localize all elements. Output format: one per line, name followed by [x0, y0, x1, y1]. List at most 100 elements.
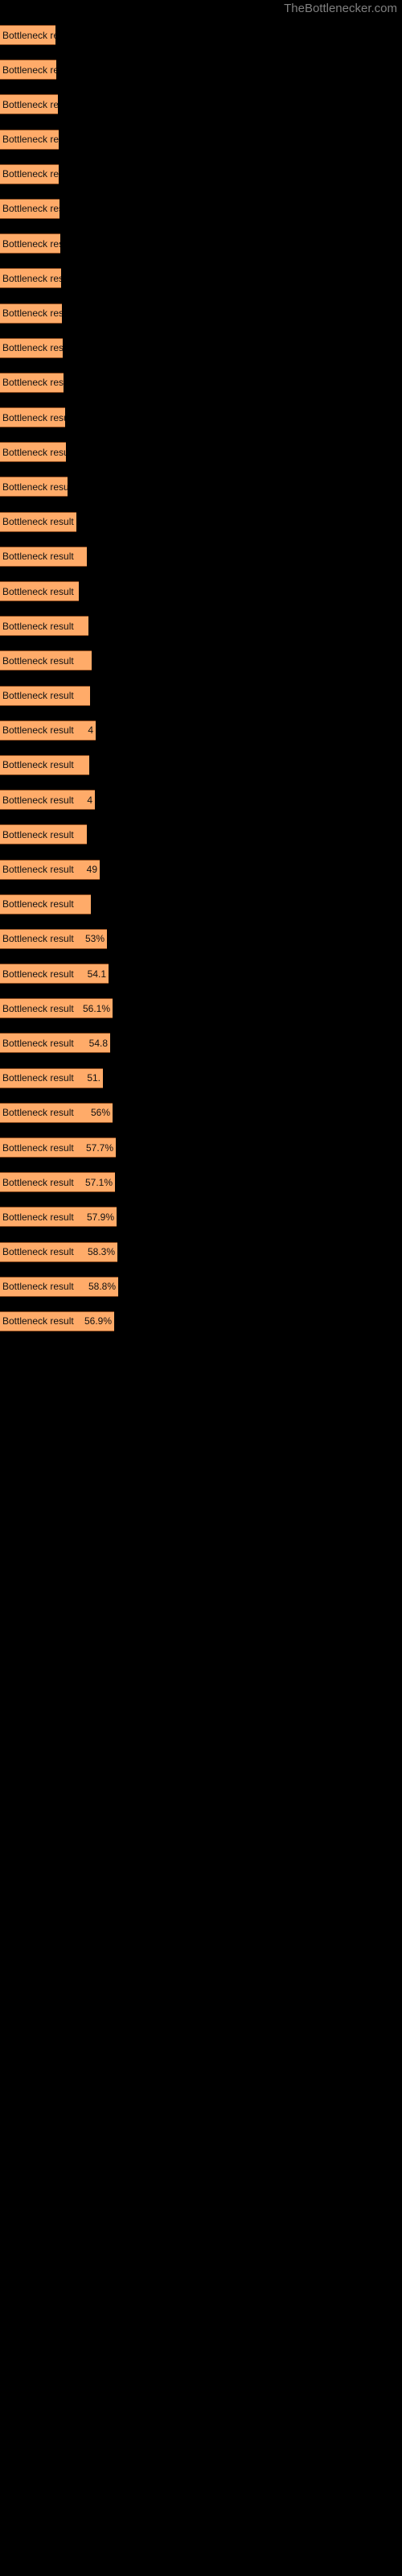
bar[interactable]: Bottleneck result 56.9% [0, 1311, 114, 1331]
bar-label: Bottleneck result [2, 203, 59, 215]
chart-row: Bottleneck result [0, 817, 402, 852]
bar-label: Bottleneck result [2, 272, 61, 284]
bar-label: Bottleneck result [2, 759, 74, 771]
bar-label: Bottleneck result [2, 1107, 74, 1119]
bar[interactable]: Bottleneck result [0, 94, 58, 115]
bar-label: Bottleneck result [2, 1281, 74, 1293]
chart-row: Bottleneck result [0, 469, 402, 504]
chart-row: Bottleneck result [0, 122, 402, 157]
bar[interactable]: Bottleneck result [0, 616, 88, 637]
chart-row: Bottleneck result 56.1% [0, 991, 402, 1026]
bar-label: Bottleneck result [2, 516, 74, 528]
chart-row: Bottleneck result 4 [0, 782, 402, 817]
bar-label: Bottleneck result [2, 585, 74, 597]
chart-row: Bottleneck result [0, 574, 402, 609]
bar[interactable]: Bottleneck result [0, 233, 60, 254]
chart-row: Bottleneck result [0, 192, 402, 226]
bar[interactable]: Bottleneck result [0, 372, 64, 393]
chart-row: Bottleneck result [0, 435, 402, 469]
bar[interactable]: Bottleneck result 49 [0, 859, 100, 880]
bar[interactable]: Bottleneck result [0, 511, 76, 532]
bar[interactable]: Bottleneck result 58.8% [0, 1276, 118, 1297]
chart-row: Bottleneck result [0, 18, 402, 52]
bar-value-label: 56% [90, 1107, 110, 1119]
chart-row: Bottleneck result [0, 505, 402, 539]
bar[interactable]: Bottleneck result [0, 337, 63, 358]
bar-value-label: 56.9% [84, 1315, 112, 1327]
bar-label: Bottleneck result [2, 1176, 74, 1188]
bar[interactable]: Bottleneck result 56.1% [0, 998, 113, 1019]
bar-label: Bottleneck result [2, 446, 66, 458]
chart-row: Bottleneck result [0, 52, 402, 87]
bar[interactable]: Bottleneck result [0, 25, 55, 45]
chart-row: Bottleneck result [0, 331, 402, 365]
bar-value-label: 57.7% [85, 1141, 113, 1154]
bar-label: Bottleneck result [2, 64, 56, 76]
bar-label: Bottleneck result [2, 1211, 74, 1223]
bar[interactable]: Bottleneck result [0, 60, 56, 80]
chart-row: Bottleneck result 56.9% [0, 1304, 402, 1339]
bar[interactable]: Bottleneck result 51. [0, 1067, 103, 1088]
bar-label: Bottleneck result [2, 237, 60, 250]
chart-row: Bottleneck result 57.7% [0, 1130, 402, 1165]
chart-row: Bottleneck result [0, 261, 402, 295]
chart-row: Bottleneck result 51. [0, 1061, 402, 1096]
chart-row: Bottleneck result [0, 679, 402, 713]
bar-label: Bottleneck result [2, 724, 74, 737]
bar-label: Bottleneck result [2, 411, 65, 423]
bar[interactable]: Bottleneck result [0, 198, 59, 219]
chart-row: Bottleneck result [0, 609, 402, 643]
bar[interactable]: Bottleneck result [0, 894, 91, 914]
chart-row: Bottleneck result [0, 157, 402, 192]
bar[interactable]: Bottleneck result [0, 650, 92, 671]
bar[interactable]: Bottleneck result 56% [0, 1102, 113, 1123]
bar-label: Bottleneck result [2, 864, 74, 875]
bar-value-label: 54.1 [87, 968, 106, 980]
bar-value-label: 58.3% [87, 1246, 115, 1258]
bar-label: Bottleneck result [2, 898, 74, 910]
chart-row: Bottleneck result [0, 365, 402, 400]
bar[interactable]: Bottleneck result 54.1 [0, 964, 109, 985]
chart-row: Bottleneck result [0, 748, 402, 782]
chart-row: Bottleneck result [0, 87, 402, 122]
chart-row: Bottleneck result [0, 643, 402, 678]
bar[interactable]: Bottleneck result [0, 477, 68, 497]
bar-label: Bottleneck result [2, 1315, 74, 1327]
bar[interactable]: Bottleneck result 4 [0, 790, 95, 811]
bar[interactable]: Bottleneck result 53% [0, 928, 107, 949]
bar[interactable]: Bottleneck result [0, 546, 87, 567]
chart-row: Bottleneck result 54.1 [0, 956, 402, 991]
bar[interactable]: Bottleneck result [0, 407, 65, 428]
bar-label: Bottleneck result [2, 98, 58, 110]
bar[interactable]: Bottleneck result 54.8 [0, 1033, 110, 1054]
chart-row: Bottleneck result 58.8% [0, 1269, 402, 1304]
bar[interactable]: Bottleneck result [0, 442, 66, 463]
chart-row: Bottleneck result 58.3% [0, 1235, 402, 1269]
bar[interactable]: Bottleneck result [0, 268, 61, 289]
bar[interactable]: Bottleneck result [0, 129, 59, 150]
bar[interactable]: Bottleneck result 57.9% [0, 1207, 117, 1228]
bar[interactable]: Bottleneck result 4 [0, 720, 96, 741]
bar[interactable]: Bottleneck result 58.3% [0, 1241, 117, 1262]
bar-label: Bottleneck result [2, 168, 59, 180]
bar-label: Bottleneck result [2, 1072, 74, 1084]
chart-row: Bottleneck result 56% [0, 1096, 402, 1130]
bar-value-label: 58.8% [88, 1281, 116, 1293]
bar-label: Bottleneck result [2, 933, 74, 945]
bar-label: Bottleneck result [2, 828, 74, 840]
bar[interactable]: Bottleneck result [0, 754, 89, 775]
bar[interactable]: Bottleneck result [0, 163, 59, 184]
chart-row: Bottleneck result 49 [0, 852, 402, 887]
bar-label: Bottleneck result [2, 29, 55, 41]
bar[interactable]: Bottleneck result 57.7% [0, 1137, 116, 1158]
bar[interactable]: Bottleneck result 57.1% [0, 1172, 115, 1193]
bar-value-label: 53% [84, 933, 105, 945]
bar[interactable]: Bottleneck result [0, 685, 90, 706]
bar-label: Bottleneck result [2, 481, 68, 493]
bar-chart: Bottleneck resultBottleneck resultBottle… [0, 18, 402, 1339]
bar-value-label: 57.1% [84, 1176, 113, 1188]
bar[interactable]: Bottleneck result [0, 581, 79, 601]
bar[interactable]: Bottleneck result [0, 303, 62, 324]
chart-row: Bottleneck result 4 [0, 713, 402, 748]
bar[interactable]: Bottleneck result [0, 824, 87, 845]
